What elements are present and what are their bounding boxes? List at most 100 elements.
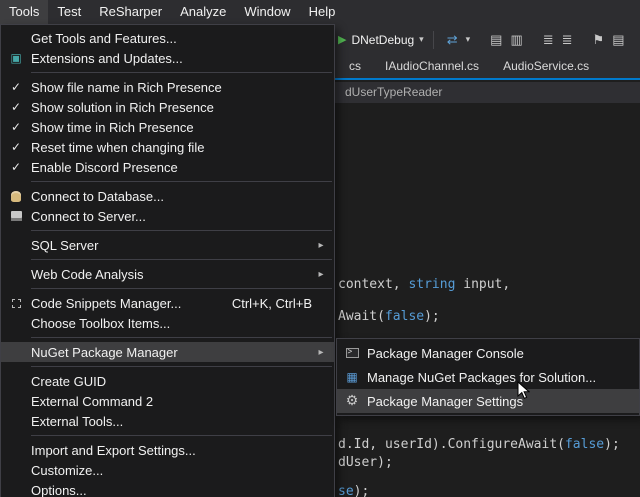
chevron-down-icon[interactable]: ▾ — [466, 24, 471, 55]
submenu-item-package-manager-console[interactable]: Package Manager Console — [337, 341, 639, 365]
submenu-item-label: Package Manager Settings — [367, 394, 523, 409]
menu-separator — [31, 435, 332, 436]
menu-item-import-and-export-settings[interactable]: Import and Export Settings... — [1, 440, 334, 460]
gear-icon — [346, 392, 359, 410]
menu-separator — [31, 181, 332, 182]
vs-window: ToolsTestReSharperAnalyzeWindowHelp ▶ DN… — [0, 0, 640, 497]
submenu-item-label: Manage NuGet Packages for Solution... — [367, 370, 596, 385]
checkmark-icon — [11, 120, 21, 134]
code-token: dUser); — [338, 455, 393, 470]
checkmark-icon — [11, 100, 21, 114]
menu-item-label: Choose Toolbox Items... — [31, 316, 312, 331]
code-token: ); — [354, 484, 370, 497]
menu-item-connect-to-database[interactable]: Connect to Database... — [1, 186, 334, 206]
menu-item-web-code-analysis[interactable]: Web Code Analysis▸ — [1, 264, 334, 284]
menu-item-customize[interactable]: Customize... — [1, 460, 334, 480]
debug-config-label: DNetDebug — [351, 33, 414, 47]
tab-audioservice-cs[interactable]: AudioService.cs — [491, 55, 601, 78]
toolbar-icons: ⇄▾▤▥≣≣⚑▤ — [443, 24, 629, 55]
menu-separator — [31, 259, 332, 260]
code-token: false — [565, 437, 604, 452]
code-token: input, — [455, 277, 510, 292]
menu-item-get-tools-and-features[interactable]: Get Tools and Features... — [1, 28, 334, 48]
menu-item-label: External Command 2 — [31, 394, 312, 409]
nuget-submenu: Package Manager Console Manage NuGet Pack… — [336, 338, 640, 416]
menu-item-sql-server[interactable]: SQL Server▸ — [1, 235, 334, 255]
code-token: d.Id, userId).ConfigureAwait( — [338, 437, 565, 452]
submenu-item-package-manager-settings[interactable]: Package Manager Settings — [337, 389, 639, 413]
mouse-cursor — [517, 381, 530, 405]
menubar-item-resharper[interactable]: ReSharper — [90, 0, 171, 24]
server-icon — [11, 211, 22, 221]
tab-iaudiochannel-cs[interactable]: IAudioChannel.cs — [373, 55, 491, 78]
submenu-item-gutter — [337, 348, 367, 358]
menubar-item-analyze[interactable]: Analyze — [171, 0, 235, 24]
menubar-item-tools[interactable]: Tools — [0, 0, 48, 24]
new-window-icon[interactable]: ▥ — [510, 24, 522, 55]
menu-item-external-command-2[interactable]: External Command 2 — [1, 391, 334, 411]
code-token: false — [385, 309, 424, 324]
checkmark-icon — [11, 80, 21, 94]
checkmark-icon — [11, 140, 21, 154]
menu-item-extensions-and-updates[interactable]: Extensions and Updates... — [1, 48, 334, 68]
menu-item-external-tools[interactable]: External Tools... — [1, 411, 334, 431]
menu-item-label: NuGet Package Manager — [31, 345, 312, 360]
menu-item-enable-discord-presence[interactable]: Enable Discord Presence — [1, 157, 334, 177]
bookmark-icon[interactable]: ⚑ — [593, 24, 605, 55]
menu-item-label: Import and Export Settings... — [31, 443, 312, 458]
play-icon: ▶ — [338, 33, 346, 46]
checkmark-icon — [11, 160, 21, 174]
code-token: ); — [604, 437, 620, 452]
code-line-3: d.Id, userId).ConfigureAwait(false); — [338, 437, 620, 452]
menu-item-label: Extensions and Updates... — [31, 51, 312, 66]
toolbar-separator — [433, 31, 434, 49]
menu-item-gutter — [1, 80, 31, 94]
menu-item-gutter — [1, 49, 31, 67]
code-token: context, — [338, 277, 408, 292]
submenu-item-label: Package Manager Console — [367, 346, 524, 361]
menu-item-code-snippets-manager[interactable]: Code Snippets Manager... Ctrl+K, Ctrl+B — [1, 293, 334, 313]
menu-item-label: Get Tools and Features... — [31, 31, 312, 46]
error-list-icon[interactable]: ≣ — [562, 24, 573, 55]
menu-item-label: Create GUID — [31, 374, 312, 389]
menu-item-gutter — [1, 191, 31, 202]
menu-item-reset-time-when-changing-file[interactable]: Reset time when changing file — [1, 137, 334, 157]
menu-item-connect-to-server[interactable]: Connect to Server... — [1, 206, 334, 226]
submenu-arrow-icon: ▸ — [312, 269, 330, 280]
menu-item-label: Connect to Server... — [31, 209, 312, 224]
submenu-item-manage-nuget-packages-for-solution[interactable]: Manage NuGet Packages for Solution... — [337, 365, 639, 389]
code-token: string — [408, 277, 455, 292]
menu-item-options[interactable]: Options... — [1, 480, 334, 497]
menubar-item-window[interactable]: Window — [235, 0, 299, 24]
menu-item-show-file-name-in-rich-presence[interactable]: Show file name in Rich Presence — [1, 77, 334, 97]
menu-item-label: Options... — [31, 483, 312, 497]
menu-item-create-guid[interactable]: Create GUID — [1, 371, 334, 391]
tools-menu: Get Tools and Features... Extensions and … — [0, 24, 335, 497]
menu-item-gutter — [1, 160, 31, 174]
database-icon — [11, 191, 21, 202]
open-folder-icon[interactable]: ▤ — [490, 24, 502, 55]
chevron-down-icon[interactable]: ▾ — [419, 34, 424, 45]
outline-icon[interactable]: ▤ — [612, 24, 624, 55]
submenu-arrow-icon: ▸ — [312, 347, 330, 358]
debug-target-icon[interactable]: ⇄ — [447, 24, 458, 55]
menu-item-show-time-in-rich-presence[interactable]: Show time in Rich Presence — [1, 117, 334, 137]
menu-item-gutter — [1, 299, 31, 308]
menu-item-shortcut: Ctrl+K, Ctrl+B — [232, 296, 312, 311]
tab-cs[interactable]: cs — [337, 55, 373, 78]
menu-item-label: Code Snippets Manager... — [31, 296, 212, 311]
menu-item-nuget-package-manager[interactable]: NuGet Package Manager▸ — [1, 342, 334, 362]
code-line-1: context, string input, — [338, 277, 510, 292]
menubar-item-test[interactable]: Test — [48, 0, 90, 24]
menu-item-choose-toolbox-items[interactable]: Choose Toolbox Items... — [1, 313, 334, 333]
start-debug-button[interactable]: ▶ DNetDebug ▾ — [338, 33, 424, 47]
task-list-icon[interactable]: ≣ — [543, 24, 554, 55]
menu-item-gutter — [1, 211, 31, 221]
menu-item-show-solution-in-rich-presence[interactable]: Show solution in Rich Presence — [1, 97, 334, 117]
navigation-bar-type-dropdown[interactable]: dUserTypeReader — [345, 85, 442, 99]
menubar-item-help[interactable]: Help — [300, 0, 345, 24]
submenu-item-gutter — [337, 368, 367, 386]
menu-separator — [31, 366, 332, 367]
menu-item-gutter — [1, 100, 31, 114]
extensions-icon — [10, 49, 21, 67]
